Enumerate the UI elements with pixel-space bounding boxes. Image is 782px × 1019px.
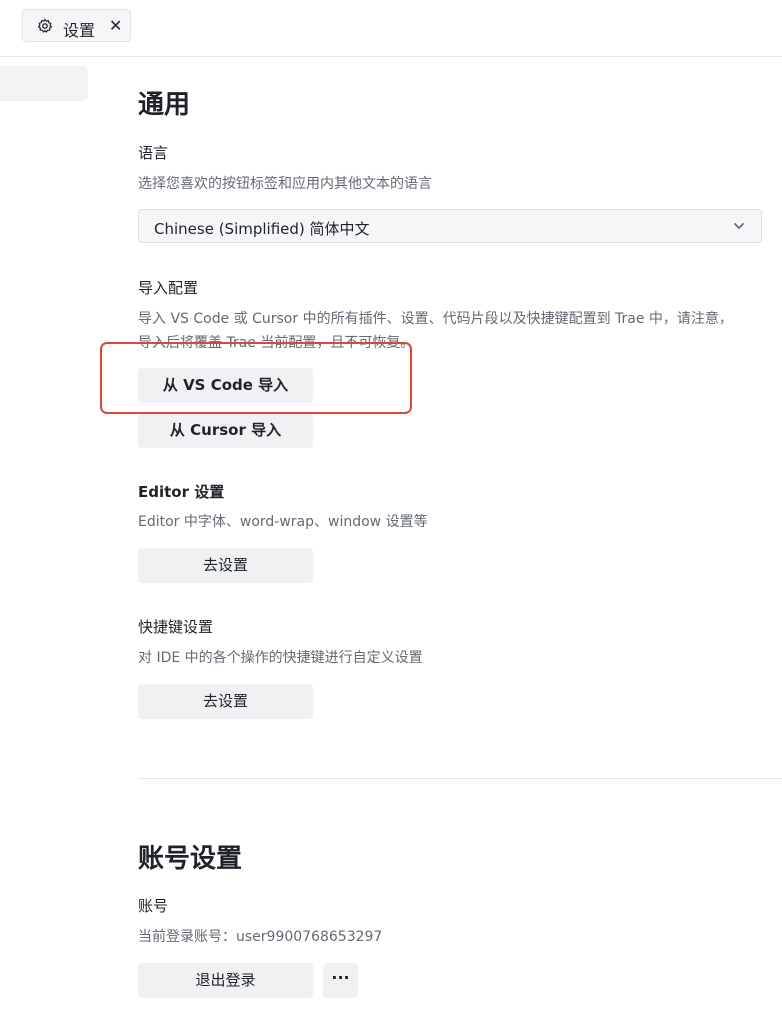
tab-bar: 设置 ✕ (0, 0, 782, 57)
chevron-down-icon (734, 223, 744, 229)
editor-settings-description: Editor 中字体、word-wrap、window 设置等 (138, 514, 428, 530)
logout-button[interactable]: 退出登录 (138, 963, 313, 998)
gear-icon (37, 18, 53, 33)
shortcut-settings-label: 快捷键设置 (138, 618, 214, 636)
more-options-button[interactable]: ··· (323, 963, 358, 998)
editor-settings-button[interactable]: 去设置 (138, 548, 313, 583)
shortcut-settings-description: 对 IDE 中的各个操作的快捷键进行自定义设置 (138, 650, 423, 666)
language-label: 语言 (138, 144, 169, 162)
close-icon[interactable]: ✕ (109, 16, 122, 35)
highlight-annotation (100, 342, 412, 414)
language-select-value: Chinese (Simplified) 简体中文 (154, 220, 370, 238)
tab-settings[interactable]: 设置 ✕ (22, 9, 131, 42)
language-select[interactable]: Chinese (Simplified) 简体中文 (138, 209, 762, 243)
tab-label: 设置 (63, 21, 96, 40)
editor-settings-label: Editor 设置 (138, 483, 225, 501)
section-title-account: 账号设置 (138, 844, 243, 874)
current-account: 当前登录账号：user9900768653297 (138, 929, 383, 945)
account-label: 账号 (138, 897, 169, 915)
shortcut-settings-button[interactable]: 去设置 (138, 684, 313, 719)
section-title-general: 通用 (138, 90, 191, 120)
section-divider (138, 778, 782, 779)
sidebar-item-general[interactable] (0, 66, 88, 101)
import-cursor-button[interactable]: 从 Cursor 导入 (138, 413, 313, 448)
language-description: 选择您喜欢的按钮标签和应用内其他文本的语言 (138, 176, 432, 192)
import-label: 导入配置 (138, 279, 199, 297)
import-description-line1: 导入 VS Code 或 Cursor 中的所有插件、设置、代码片段以及快捷键配… (138, 311, 733, 327)
